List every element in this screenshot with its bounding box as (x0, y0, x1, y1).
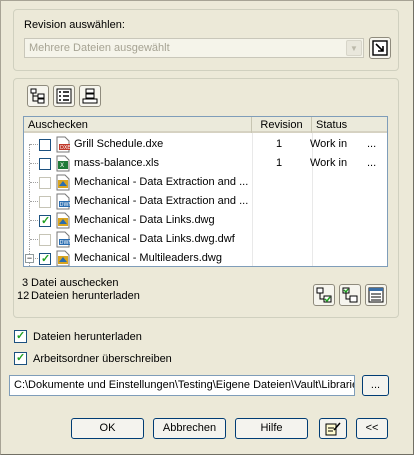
svg-text:DWF: DWF (60, 240, 71, 246)
overwrite-workfolder-label[interactable]: Arbeitsordner überschreiben (33, 353, 172, 365)
svg-text:X: X (60, 162, 64, 169)
table-row[interactable]: ✓ Mechanical - Data Links.dwg (24, 211, 387, 230)
row-checkbox[interactable]: ✓ (39, 253, 51, 265)
tree-branch (30, 182, 38, 183)
hierarchy-view-icon (82, 88, 98, 104)
tree-line (29, 144, 30, 154)
file-name: Mechanical - Multileaders.dwg (74, 252, 222, 264)
row-checkbox[interactable] (39, 177, 51, 189)
browse-button[interactable]: ... (362, 375, 389, 396)
collapse-node-icon[interactable]: − (25, 254, 34, 263)
revision-label: Revision auswählen: (24, 19, 125, 31)
table-row[interactable]: DXE Grill Schedule.dxe 1 Work in... (24, 135, 387, 154)
status-more[interactable]: ... (367, 138, 376, 150)
table-row[interactable]: DWF Mechanical - Data Extraction and ... (24, 192, 387, 211)
file-name: Mechanical - Data Extraction and ... (74, 195, 249, 207)
collapse-button[interactable]: << (356, 418, 388, 439)
download-files-checkbox[interactable]: ✓ (14, 330, 27, 343)
header-status[interactable]: Status (312, 117, 387, 133)
dwg-file-icon (55, 212, 71, 229)
check-all-icon (316, 287, 332, 303)
tree-view-icon (30, 88, 45, 104)
tree-branch (30, 201, 38, 202)
select-revision-button[interactable] (369, 37, 391, 59)
settings-list-icon (368, 287, 384, 303)
tree-branch (30, 220, 38, 221)
tree-branch (30, 144, 38, 145)
dwg-file-icon (55, 250, 71, 266)
tree-branch (30, 239, 38, 240)
checkout-count: 3 (22, 277, 29, 289)
tree-view-button[interactable] (27, 85, 49, 107)
overwrite-workfolder-checkbox[interactable]: ✓ (14, 352, 27, 365)
file-name: Mechanical - Data Links.dwg.dwf (74, 233, 235, 245)
help-button[interactable]: Hilfe (235, 418, 308, 439)
table-row[interactable]: − ✓ Mechanical - Multileaders.dwg (24, 249, 387, 266)
svg-text:DXE: DXE (60, 145, 70, 151)
path-field[interactable]: C:\Dokumente und Einstellungen\Testing\E… (9, 375, 355, 396)
check-children-button[interactable] (339, 284, 361, 306)
table-row[interactable]: Xmass-balance.xls 1 Work in... (24, 154, 387, 173)
row-checkbox[interactable] (39, 158, 51, 170)
cancel-button[interactable]: Abbrechen (153, 418, 226, 439)
download-count: 12 (17, 290, 30, 302)
file-name: Mechanical - Data Extraction and ... (74, 176, 249, 188)
revision-select-value: Mehrere Dateien ausgewählt (29, 42, 170, 54)
dwg-file-icon (55, 174, 71, 191)
excel-file-icon: X (55, 155, 71, 172)
check-icon: ✓ (41, 215, 51, 227)
settings-list-button[interactable] (365, 284, 387, 306)
dwf-file-icon: DWF (55, 193, 71, 210)
check-icon: ✓ (41, 253, 51, 265)
ok-button[interactable]: OK (71, 418, 144, 439)
edit-note-icon (325, 422, 341, 436)
tree-branch (30, 163, 38, 164)
svg-text:DWF: DWF (60, 202, 71, 208)
file-name: Mechanical - Data Links.dwg (74, 214, 215, 226)
download-files-label[interactable]: Dateien herunterladen (33, 331, 142, 343)
revision-select[interactable]: Mehrere Dateien ausgewählt ▼ (24, 38, 364, 58)
check-icon: ✓ (16, 352, 26, 364)
header-revision[interactable]: Revision (252, 117, 312, 133)
status-more[interactable]: ... (367, 157, 376, 169)
table-row[interactable]: Mechanical - Data Extraction and ... (24, 173, 387, 192)
hierarchy-view-button[interactable] (79, 85, 101, 107)
check-icon: ✓ (16, 330, 26, 342)
checkout-summary: Datei auschecken (31, 277, 119, 289)
row-checkbox[interactable] (39, 234, 51, 246)
file-revision: 1 (275, 157, 283, 169)
comment-button[interactable] (319, 418, 347, 439)
list-view-icon (56, 88, 72, 104)
dxe-file-icon: DXE (55, 136, 71, 153)
list-view-button[interactable] (53, 85, 75, 107)
dwf-file-icon: DWF (55, 231, 71, 248)
select-arrow-icon (372, 40, 388, 56)
file-name: Grill Schedule.dxe (74, 138, 164, 150)
file-name: mass-balance.xls (74, 157, 159, 169)
check-all-button[interactable] (313, 284, 335, 306)
row-checkbox[interactable] (39, 139, 51, 151)
check-children-icon (342, 287, 358, 303)
files-table[interactable]: Auschecken Revision Status DXE Grill Sche… (23, 116, 388, 267)
chevron-down-icon[interactable]: ▼ (346, 40, 362, 56)
header-checkout[interactable]: Auschecken (24, 117, 252, 133)
row-checkbox[interactable] (39, 196, 51, 208)
table-row[interactable]: DWF Mechanical - Data Links.dwg.dwf (24, 230, 387, 249)
download-summary: Dateien herunterladen (31, 290, 140, 302)
row-checkbox[interactable]: ✓ (39, 215, 51, 227)
file-revision: 1 (275, 138, 283, 150)
table-header: Auschecken Revision Status (24, 117, 387, 133)
